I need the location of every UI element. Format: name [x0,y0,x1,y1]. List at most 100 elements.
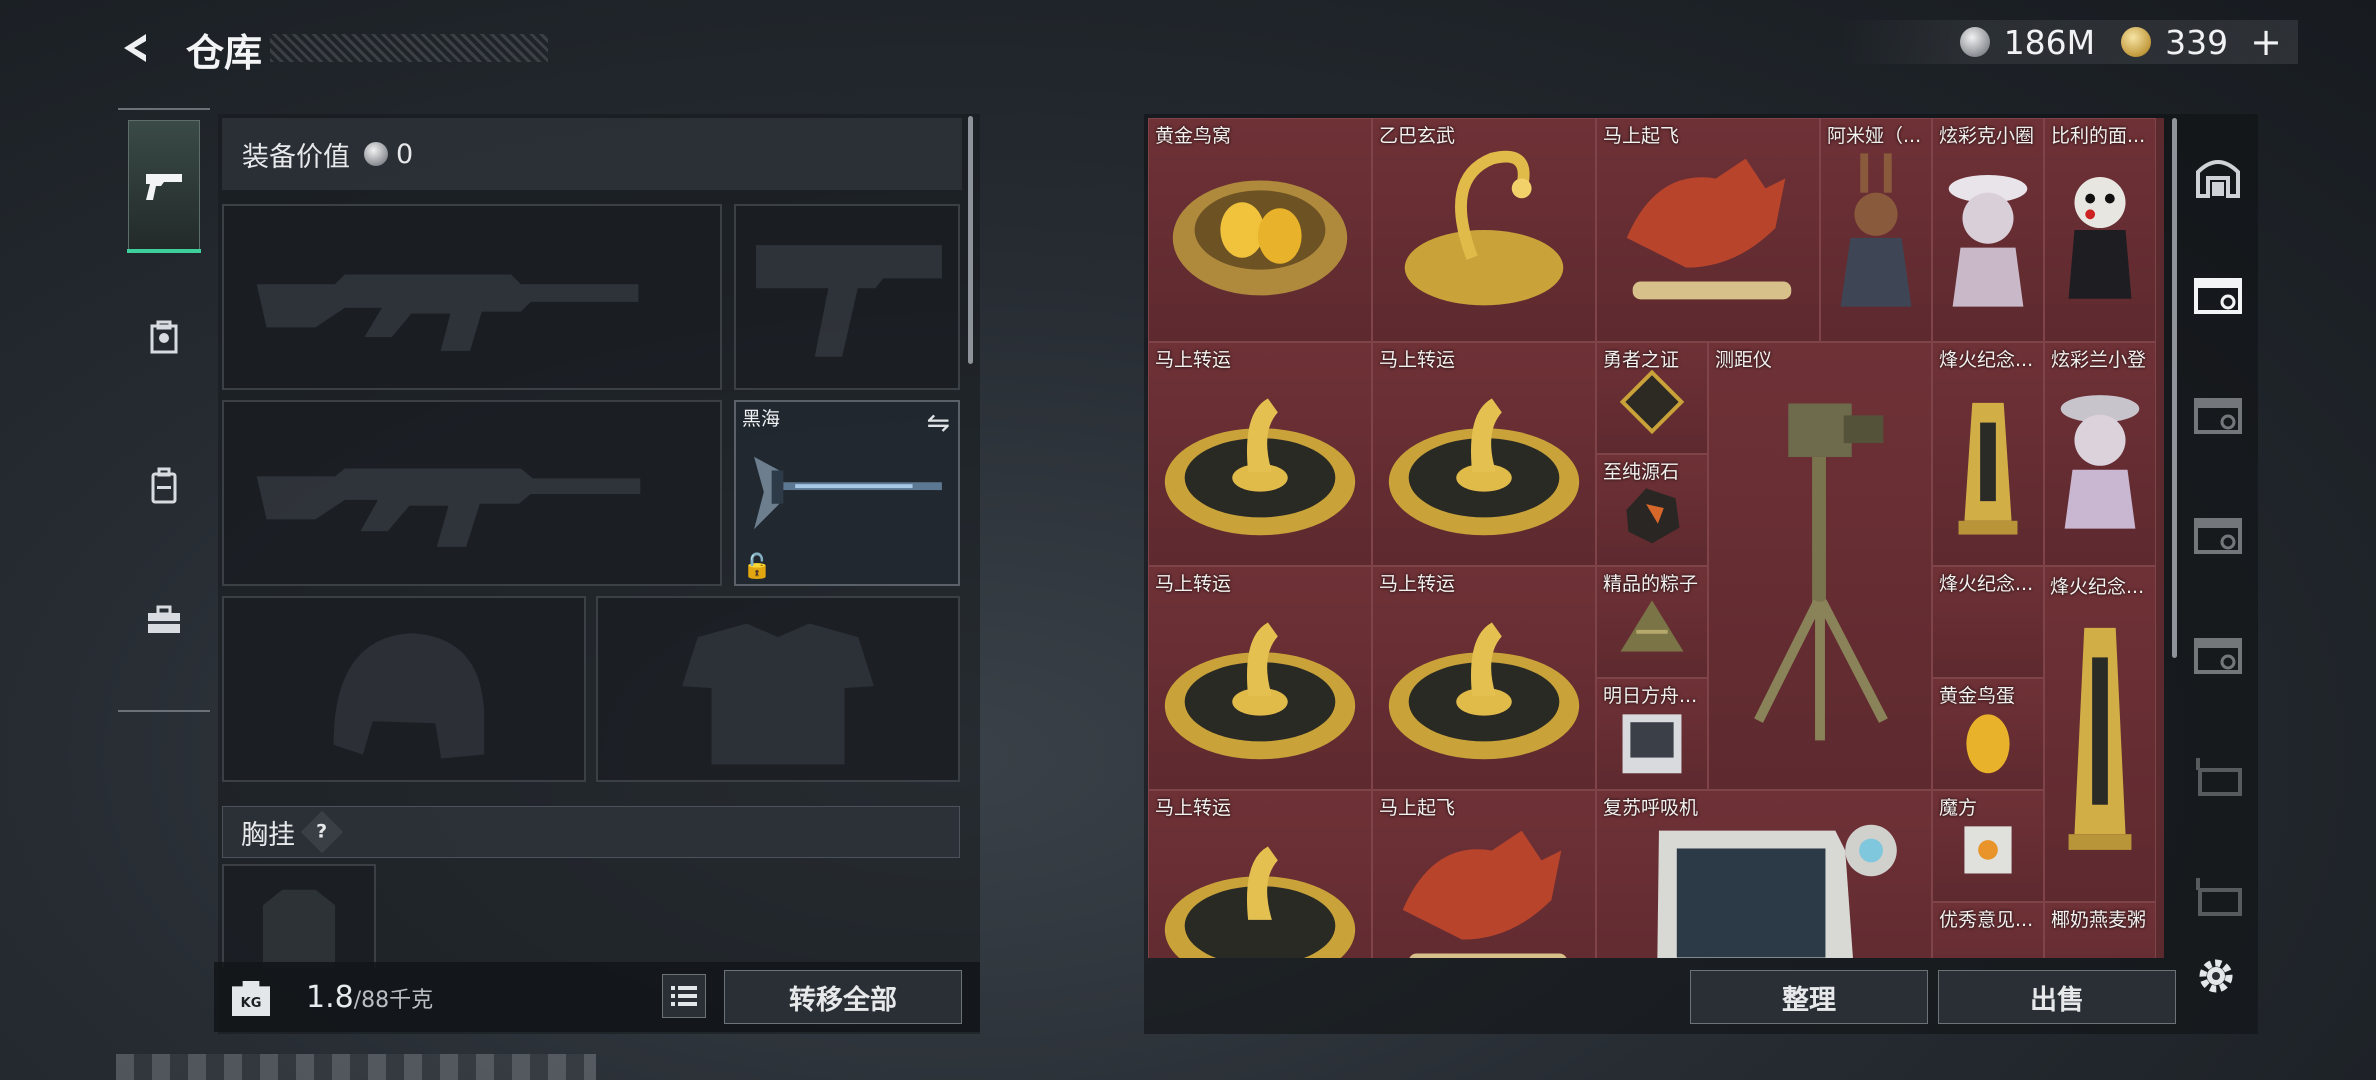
storage-item[interactable]: 优秀意见... [1932,902,2044,958]
item-name: 优秀意见... [1939,909,2034,931]
storage-item[interactable]: 马上转运 [1148,342,1372,566]
tab-storage-6-locked[interactable] [2190,868,2246,924]
loadout-scrollbar[interactable] [968,116,973,364]
storage-item[interactable]: 烽火纪念... [1932,342,2044,566]
helmet-silhouette-icon [333,633,485,759]
storage-item[interactable]: 复苏呼吸机 [1596,790,1932,958]
tab-warehouse[interactable] [2190,148,2246,204]
golden-turtle-icon [1404,150,1564,306]
storage-item[interactable]: 乙巴玄武 [1372,118,1596,342]
storage-item[interactable]: 魔方 [1932,790,2044,902]
storage-box-icon [2194,518,2242,554]
storage-item[interactable]: 椰奶燕麦粥 [2044,902,2156,958]
tab-storage-2[interactable] [2190,388,2246,444]
storage-tab-bar [2182,118,2254,958]
loadout-panel: 装备价值 0 黑海 ⇋ 🔓 胸挂 ? [218,114,980,1034]
storage-item[interactable]: 马上转运 [1372,566,1596,790]
melee-slot[interactable]: 黑海 ⇋ 🔓 [734,400,960,586]
back-button[interactable] [112,24,160,72]
storage-item[interactable]: 烽火纪念... [1932,566,2044,678]
tab-storage-3[interactable] [2190,508,2246,564]
locked-storage-icon [2196,878,2242,916]
pistol-slot[interactable] [734,204,960,390]
gear-icon [2199,959,2233,993]
tab-storage-4[interactable] [2190,628,2246,684]
helmet-slot[interactable] [222,596,586,782]
rifle-silhouette-icon [256,468,641,547]
equipment-value-label: 装备价值 [242,141,350,173]
storage-item[interactable]: 精品的粽子 [1596,566,1708,678]
list-icon [671,986,697,1006]
back-arrow-icon [124,34,146,62]
loadout-bottom-bar: KG 1.8/88千克 转移全部 [214,962,980,1032]
item-name: 明日方舟... [1603,685,1698,707]
storage-item[interactable]: 黄金鸟蛋 [1932,678,2044,790]
storage-item[interactable]: 测距仪 [1708,342,1932,790]
puppet-mask-icon [2068,176,2132,299]
equipment-value-header: 装备价值 0 [222,118,962,190]
nav-toolbox[interactable] [128,554,200,686]
item-name: 马上起飞 [1379,797,1456,819]
top-header: 仓库 186M 339 + [0,0,2376,100]
item-name: 炫彩兰小登 [2051,349,2147,371]
storage-item[interactable]: 勇者之证 [1596,342,1708,454]
storage-item[interactable] [2044,566,2156,902]
red-horse-icon [1626,158,1792,300]
nav-backpack[interactable] [128,420,200,552]
chest-rig-slot[interactable] [222,864,376,968]
item-name: 马上起飞 [1603,125,1680,147]
list-view-button[interactable] [662,974,706,1018]
storage-item[interactable]: 马上转运 [1148,790,1372,958]
item-name: 马上转运 [1155,573,1232,595]
chest-rig-label: 胸挂 [241,819,295,851]
sell-button[interactable]: 出售 [1938,970,2176,1024]
golden-nest-icon [1172,180,1348,296]
figure-girl-icon [1840,153,1912,307]
tab-storage-1[interactable] [2190,268,2246,324]
sort-button[interactable]: 整理 [1690,970,1928,1024]
storage-scrollbar[interactable] [2172,118,2177,658]
chest-rig-silhouette-icon [262,889,336,968]
nav-weapons[interactable] [127,120,201,253]
transfer-all-button[interactable]: 转移全部 [724,970,962,1024]
weight-icon: KG [232,981,270,1016]
item-name: 乙巴玄武 [1379,125,1456,147]
add-currency-button[interactable]: + [2250,20,2282,64]
help-icon[interactable]: ? [300,810,344,854]
storage-item[interactable]: 炫彩兰小登 [2044,342,2156,566]
chest-rig-header: 胸挂 ? [222,806,960,858]
weight-readout: 1.8/88千克 [306,980,433,1015]
storage-item[interactable]: 黄金鸟窝 [1148,118,1372,342]
tab-storage-5-locked[interactable] [2190,748,2246,804]
storage-item-label: 烽火纪念... [2044,570,2156,610]
storage-box-icon [2194,398,2242,434]
storage-item[interactable]: 至纯源石 [1596,454,1708,566]
storage-item[interactable]: 明日方舟... [1596,678,1708,790]
item-name: 马上转运 [1155,349,1232,371]
item-name: 烽火纪念... [2050,576,2145,598]
silver-coin-icon [1959,27,1990,57]
storage-item[interactable]: 马上起飞 [1372,790,1596,958]
nav-armor[interactable] [128,272,200,404]
storage-item[interactable]: 比利的面... [2044,118,2156,342]
secondary-weapon-slot[interactable] [222,400,722,586]
item-name: 至纯源石 [1603,461,1680,483]
primary-weapon-slot[interactable] [222,204,722,390]
armor-icon [150,320,178,354]
item-name: 复苏呼吸机 [1603,797,1699,819]
storage-box-icon [2194,278,2242,314]
item-name: 测距仪 [1715,349,1773,371]
storage-item[interactable]: 马上起飞 [1596,118,1820,342]
warehouse-icon [2196,160,2240,198]
storage-box-icon [2194,638,2242,674]
storage-item[interactable]: 阿米娅（... [1820,118,1932,342]
pistol-icon [146,174,182,200]
storage-item[interactable]: 马上转运 [1372,342,1596,566]
storage-item[interactable]: 炫彩克小圈 [1932,118,2044,342]
body-armor-slot[interactable] [596,596,960,782]
gold-currency-value: 339 [2165,22,2229,62]
toolbox-icon [148,605,180,633]
storage-item[interactable]: 马上转运 [1148,566,1372,790]
settings-button[interactable] [2190,950,2242,1002]
item-name: 马上转运 [1379,349,1456,371]
